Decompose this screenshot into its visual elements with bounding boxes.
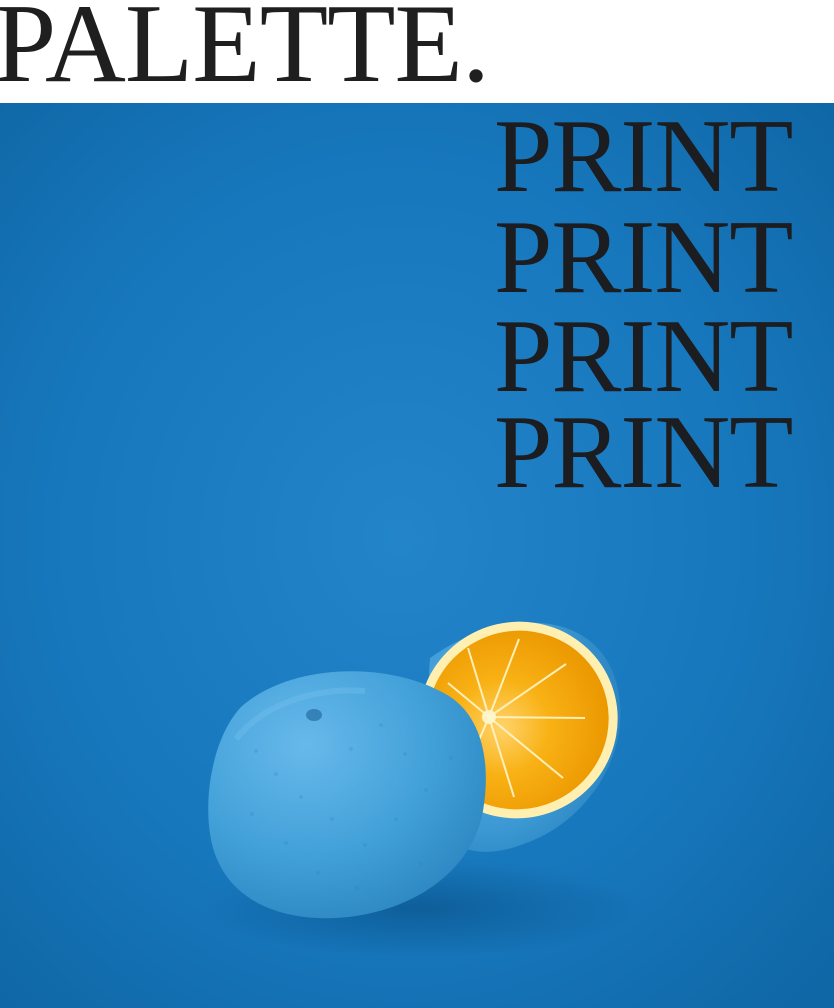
hero-image: PRINT PRINT PRINT PRINT <box>0 103 834 1008</box>
masthead: PALETTE. <box>0 0 834 103</box>
print-stack: PRINT PRINT PRINT PRINT <box>494 103 834 513</box>
print-line: PRINT <box>494 393 793 510</box>
print-line: PRINT <box>494 103 793 214</box>
print-line: PRINT <box>494 198 793 315</box>
brand-title: PALETTE. <box>0 0 490 106</box>
orange-stem <box>306 709 322 721</box>
